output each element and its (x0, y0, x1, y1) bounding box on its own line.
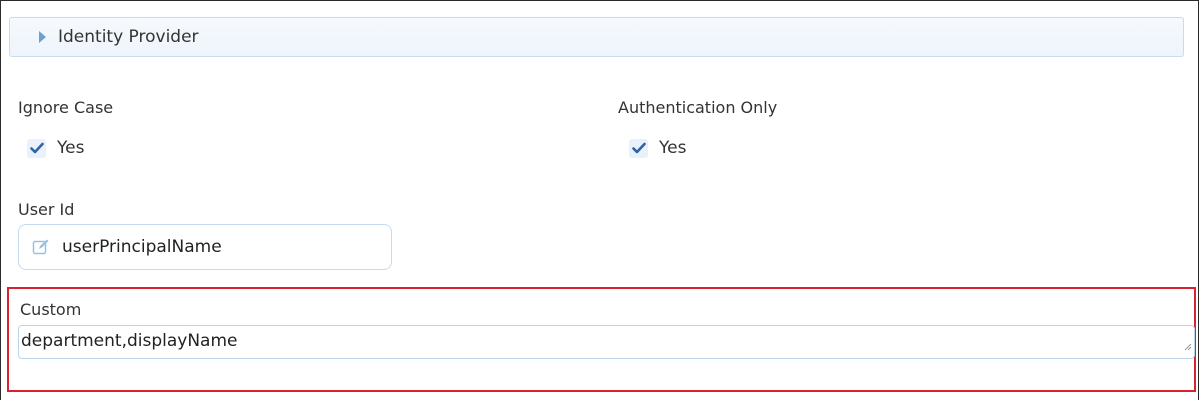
section-title: Identity Provider (58, 27, 199, 47)
authentication-only-label: Authentication Only (618, 98, 778, 117)
identity-provider-section-header[interactable]: Identity Provider (9, 17, 1184, 57)
custom-field-highlight: Custom department,displayName (7, 287, 1196, 392)
custom-textarea[interactable]: department,displayName (18, 325, 1195, 359)
user-id-label: User Id (18, 200, 75, 219)
edit-icon (32, 238, 50, 256)
custom-label: Custom (20, 300, 82, 319)
ignore-case-label: Ignore Case (18, 98, 114, 117)
checkmark-icon[interactable] (27, 138, 46, 158)
authentication-only-checkbox[interactable]: Yes (629, 138, 686, 158)
user-id-value: userPrincipalName (62, 237, 222, 257)
resize-grip-icon[interactable] (1184, 336, 1192, 356)
user-id-input[interactable]: userPrincipalName (18, 224, 392, 270)
ignore-case-option-label: Yes (57, 138, 85, 158)
caret-right-icon[interactable] (39, 31, 46, 43)
custom-textarea-value: department,displayName (21, 331, 238, 351)
checkmark-icon[interactable] (629, 138, 648, 158)
authentication-only-option-label: Yes (659, 138, 687, 158)
ignore-case-checkbox[interactable]: Yes (27, 138, 84, 158)
